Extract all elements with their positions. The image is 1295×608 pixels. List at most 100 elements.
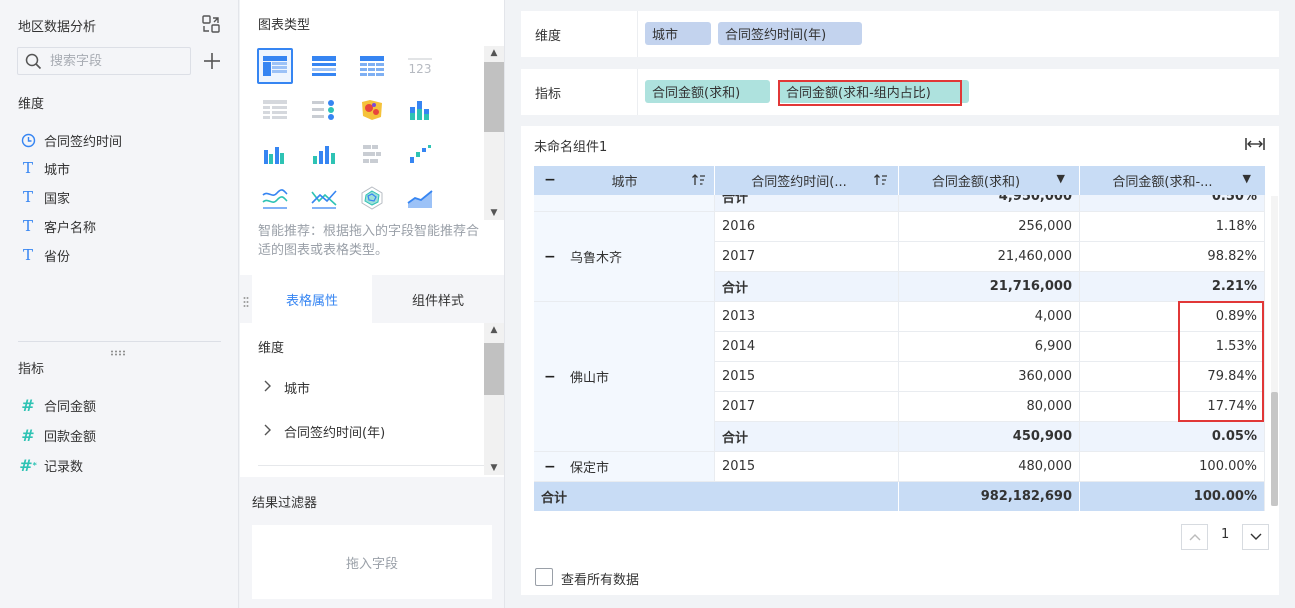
stacked-bar-type-button[interactable] [354, 136, 390, 172]
filter-drop-zone[interactable]: 拖入字段 [252, 525, 492, 599]
clock-icon [18, 132, 38, 148]
scrollbar-thumb[interactable] [1271, 392, 1278, 506]
field-label: 国家 [44, 191, 71, 207]
collapse-icon[interactable]: − [544, 459, 556, 475]
ratio-cell: 98.82% [1080, 242, 1265, 272]
header-label: 城市 [611, 175, 638, 190]
year-cell: 2017 [715, 392, 899, 422]
hash-icon: # [21, 425, 35, 445]
measure-shelf-label: 指标 [535, 87, 562, 102]
switch-dataset-icon[interactable] [201, 14, 221, 34]
field-item-city[interactable]: T 城市 [18, 156, 70, 180]
disabled-table-type-button[interactable] [257, 92, 293, 128]
radar-chart-type-button[interactable] [354, 180, 390, 216]
header-label: 合同金额(求和-... [1112, 175, 1213, 190]
resize-grip-icon[interactable] [110, 345, 126, 356]
chevron-right-icon [262, 380, 276, 395]
city-group-cell: − 保定市 [534, 452, 715, 482]
field-item-payment-amount[interactable]: # 回款金额 [18, 423, 96, 447]
tab-component-style[interactable]: 组件样式 [372, 275, 504, 323]
scroll-down-icon[interactable]: ▼ [484, 461, 504, 475]
header-amount-ratio[interactable]: 合同金额(求和-... ▼ [1080, 166, 1265, 195]
ratio-cell: 1.18% [1080, 212, 1265, 242]
header-city[interactable]: − 城市 [534, 166, 715, 195]
hash-icon: # [21, 395, 35, 415]
chart-type-title: 图表类型 [258, 18, 311, 33]
range-line-type-button[interactable] [306, 180, 342, 216]
field-item-contract-time[interactable]: 合同签约时间 [18, 128, 122, 152]
field-item-province[interactable]: T 省份 [18, 243, 70, 267]
dataset-title: 地区数据分析 [18, 20, 97, 35]
subtotal-label: 合计 [715, 272, 899, 302]
scrollbar-thumb[interactable] [484, 343, 504, 395]
multi-column-type-button[interactable] [306, 136, 342, 172]
collapse-icon[interactable]: − [544, 369, 556, 385]
heat-map-type-button[interactable] [354, 92, 390, 128]
dimension-pill-city[interactable]: 城市 [645, 22, 711, 45]
sort-icon[interactable] [874, 173, 888, 191]
tab-table-properties[interactable]: 表格属性 [252, 275, 372, 323]
area-chart-type-button[interactable] [402, 180, 438, 216]
stacked-column-type-button[interactable] [402, 92, 438, 128]
field-item-customer[interactable]: T 客户名称 [18, 214, 96, 238]
property-item-contract-year[interactable]: 合同签约时间(年) [262, 419, 385, 443]
field-label: 回款金额 [44, 429, 97, 445]
field-search-box[interactable] [17, 47, 191, 75]
subtotal-amount: 450,900 [899, 422, 1080, 452]
header-contract-year[interactable]: 合同签约时间(... [715, 166, 899, 195]
field-panel: 地区数据分析 维度 合同签约时间 T 城市 T 国家 T 客户名称 T 省份 指… [0, 0, 239, 608]
kpi-card-type-button[interactable]: 123 [402, 48, 438, 84]
year-cell: 2015 [715, 362, 899, 392]
search-input[interactable] [50, 52, 185, 70]
field-label: 记录数 [44, 459, 84, 475]
dropdown-triangle-icon[interactable]: ▼ [1243, 172, 1251, 185]
chart-type-scrollbar[interactable]: ▲ ▼ [484, 46, 504, 220]
dimension-pill-contract-year[interactable]: 合同签约时间(年) [718, 22, 862, 45]
field-item-country[interactable]: T 国家 [18, 185, 70, 209]
add-field-icon[interactable] [202, 51, 222, 71]
header-amount-sum[interactable]: 合同金额(求和) ▼ [899, 166, 1080, 195]
scrollbar-thumb[interactable] [484, 62, 504, 132]
property-item-city[interactable]: 城市 [262, 375, 310, 399]
scroll-up-icon[interactable]: ▲ [484, 323, 504, 337]
field-item-record-count[interactable]: # * 记录数 [18, 453, 83, 477]
dot-map-type-button[interactable] [306, 92, 342, 128]
drop-hint: 拖入字段 [345, 556, 398, 572]
prev-page-button[interactable] [1181, 524, 1208, 550]
fit-width-icon[interactable] [1245, 136, 1265, 152]
city-group-cell [534, 195, 715, 212]
scroll-up-icon[interactable]: ▲ [484, 46, 504, 60]
column-chart-type-button[interactable] [257, 136, 293, 172]
header-label: 合同金额(求和) [931, 175, 1021, 190]
next-page-button[interactable] [1242, 524, 1269, 550]
waterfall-type-button[interactable] [402, 136, 438, 172]
scroll-down-icon[interactable]: ▼ [484, 206, 504, 220]
widget-title: 未命名组件1 [534, 140, 608, 155]
amount-cell: 21,460,000 [899, 242, 1080, 272]
table-scrollbar[interactable] [1271, 196, 1278, 506]
field-label: 省份 [44, 249, 71, 265]
dimension-shelf[interactable]: 维度 城市 合同签约时间(年) [521, 11, 1279, 57]
highlight-box [778, 80, 962, 106]
pill-label: 合同签约时间(年) [725, 28, 827, 43]
line-chart-type-button[interactable] [257, 180, 293, 216]
dropdown-triangle-icon[interactable]: ▼ [1057, 172, 1065, 185]
header-label: 合同签约时间(... [751, 175, 847, 190]
chevron-right-icon [262, 424, 276, 439]
grouped-table-type-button[interactable] [257, 48, 293, 84]
divider [637, 11, 638, 57]
config-tab-bar: 表格属性 组件样式 [240, 275, 504, 323]
grouped-table: − 城市 合同签约时间(... 合同金额(求和) ▼ 合同金额(求和-... ▼… [534, 166, 1265, 511]
field-item-contract-amount[interactable]: # 合同金额 [18, 393, 96, 417]
measure-pill-amount-sum[interactable]: 合同金额(求和) [645, 80, 770, 103]
drag-handle-icon[interactable] [243, 296, 249, 310]
detail-table-type-button[interactable] [306, 48, 342, 84]
cross-table-type-button[interactable] [354, 48, 390, 84]
view-all-checkbox[interactable] [535, 568, 553, 586]
sort-icon[interactable] [692, 173, 706, 191]
properties-scrollbar[interactable]: ▲ ▼ [484, 323, 504, 475]
text-type-icon: T [22, 188, 33, 206]
collapse-icon[interactable]: − [544, 249, 556, 265]
year-cell: 2014 [715, 332, 899, 362]
grand-total-ratio: 100.00% [1080, 482, 1265, 511]
